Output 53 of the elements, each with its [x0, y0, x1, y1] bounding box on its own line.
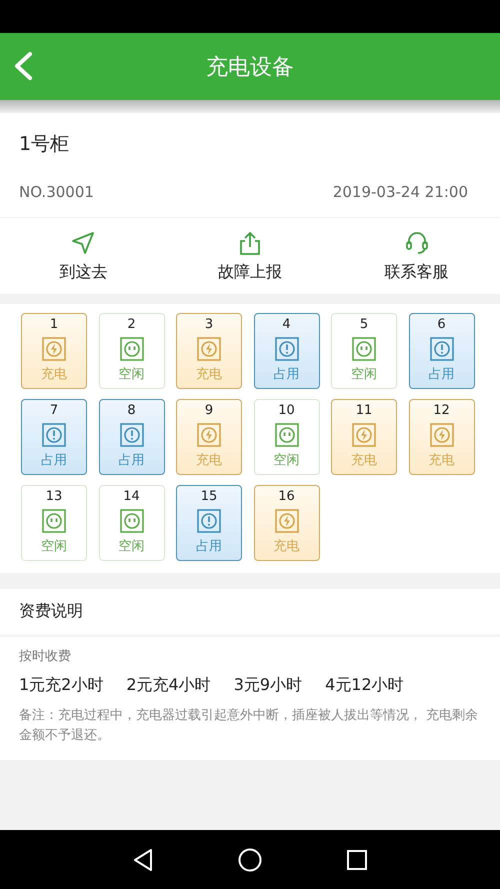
- socket-tile[interactable]: 10 空闲: [254, 399, 320, 475]
- socket-tile[interactable]: 3 充电: [176, 313, 242, 389]
- back-icon: [12, 51, 34, 81]
- recents-icon[interactable]: [346, 848, 368, 870]
- lightning-socket-icon: [430, 422, 454, 446]
- lightning-socket-icon: [197, 422, 221, 446]
- socket-tile[interactable]: 2 空闲: [98, 313, 164, 389]
- socket-icon: [42, 508, 66, 532]
- note-text: 备注：充电过程中，充电器过载引起意外中断，插座被人拔出等情况， 充电剩余金额不予退还。: [19, 707, 480, 745]
- socket-tile[interactable]: 13 空闲: [21, 485, 87, 561]
- warning-socket-icon: [120, 422, 144, 446]
- lightning-socket-icon: [352, 422, 376, 446]
- socket-tile[interactable]: 16 充电: [254, 485, 320, 561]
- socket-tile[interactable]: 11 充电: [331, 399, 397, 475]
- home-icon[interactable]: [238, 848, 262, 872]
- update-time: 2019-03-24 21:00: [332, 183, 468, 203]
- headset-icon: [404, 230, 430, 256]
- page-title: 充电设备: [206, 54, 294, 82]
- socket-icon: [120, 508, 144, 532]
- socket-tile[interactable]: 15 占用: [176, 485, 242, 561]
- price-plan: 1元充2小时: [19, 675, 104, 696]
- warning-socket-icon: [197, 508, 221, 532]
- price-plan: 2元充4小时: [126, 675, 211, 696]
- socket-tile[interactable]: 12 充电: [408, 399, 474, 475]
- socket-tile[interactable]: 1 充电: [21, 313, 87, 389]
- socket-tile[interactable]: 5 空闲: [331, 313, 397, 389]
- socket-tile[interactable]: 4 占用: [254, 313, 320, 389]
- socket-icon: [274, 422, 298, 446]
- lightning-socket-icon: [42, 336, 66, 360]
- action-button[interactable]: 故障上报: [166, 218, 334, 294]
- warning-socket-icon: [430, 336, 454, 360]
- navigation-arrow-icon: [70, 230, 96, 256]
- socket-icon: [120, 336, 144, 360]
- socket-tile[interactable]: 6 占用: [408, 313, 474, 389]
- lightning-socket-icon: [197, 336, 221, 360]
- action-button[interactable]: 联系客服: [333, 218, 500, 294]
- action-button[interactable]: 到这去: [0, 218, 167, 294]
- cabinet-name: 1号柜: [18, 132, 70, 157]
- socket-tile[interactable]: 14 空闲: [98, 485, 164, 561]
- lightning-socket-icon: [274, 508, 298, 532]
- section-title: 资费说明: [0, 589, 500, 637]
- back-icon[interactable]: [132, 848, 154, 872]
- warning-socket-icon: [42, 422, 66, 446]
- socket-tile[interactable]: 9 充电: [176, 399, 242, 475]
- price-plan: 3元9小时: [234, 675, 302, 696]
- socket-tile[interactable]: 8 占用: [98, 399, 164, 475]
- fee-type: 按时收费: [19, 648, 72, 665]
- warning-socket-icon: [274, 336, 298, 360]
- price-plan: 4元12小时: [325, 675, 404, 696]
- socket-icon: [352, 336, 376, 360]
- socket-tile[interactable]: 7 占用: [21, 399, 87, 475]
- cabinet-number: NO.30001: [19, 183, 94, 203]
- upload-icon: [237, 230, 263, 256]
